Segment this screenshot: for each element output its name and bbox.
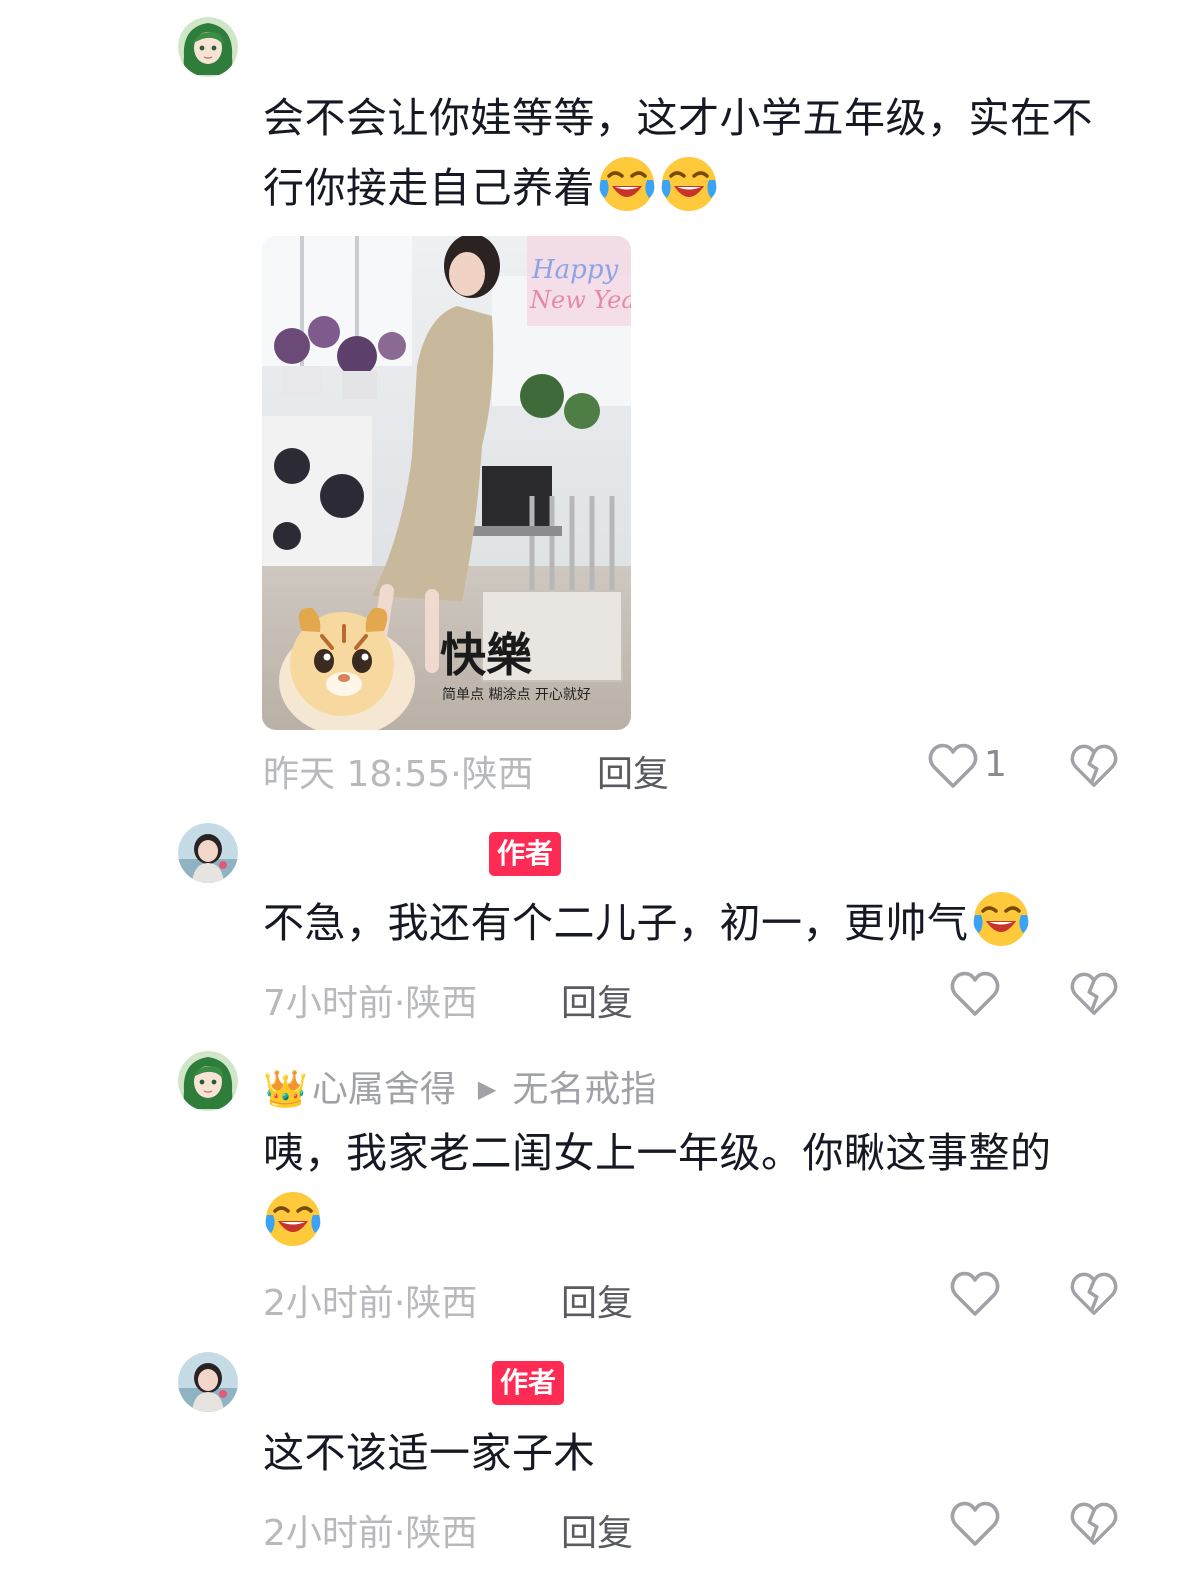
comment-location: 陕西: [405, 1283, 478, 1324]
image-subtitle: 简单点 糊涂点 开心就好: [442, 687, 591, 703]
avatar[interactable]: [178, 1352, 238, 1412]
comment-text: 不急，我还有个二儿子，初一，更帅气: [263, 888, 1123, 958]
banner-text: Happy: [531, 255, 618, 285]
comment-location: 陕西: [405, 1513, 478, 1554]
like-icon[interactable]: [950, 970, 1000, 1018]
image-caption: 快樂: [440, 628, 532, 682]
comment-location: 陕西: [461, 754, 534, 795]
comment-text: 这不该适一家子木: [263, 1429, 595, 1477]
comment-meta: 2小时前·陕西: [263, 1274, 477, 1326]
avatar[interactable]: [178, 17, 238, 77]
broken-heart-icon[interactable]: [1070, 1500, 1118, 1548]
crying-laughing-emoji-icon: [971, 889, 1031, 949]
crying-laughing-emoji-icon: [597, 154, 657, 214]
like-icon[interactable]: [928, 742, 978, 790]
comment-meta: 7小时前·陕西: [263, 974, 477, 1026]
reply-button[interactable]: 回复: [561, 1274, 633, 1326]
like-count: 1: [984, 744, 1007, 785]
comment-meta: 昨天 18:55·陕西: [263, 745, 534, 797]
comment-text: 会不会让你娃等等，这才小学五年级，实在不行你接走自己养着: [263, 94, 1093, 214]
like-icon[interactable]: [950, 1500, 1000, 1548]
broken-heart-icon[interactable]: [1070, 970, 1118, 1018]
user-name[interactable]: 心属舍得: [312, 1069, 456, 1110]
separator: ·: [393, 1283, 406, 1324]
comment-location: 陕西: [405, 983, 478, 1024]
crying-laughing-emoji-icon: [659, 154, 719, 214]
broken-heart-icon[interactable]: [1070, 1270, 1118, 1318]
comment-meta: 2小时前·陕西: [263, 1504, 477, 1556]
separator: ·: [393, 983, 406, 1024]
svg-text:New Year: New Year: [529, 286, 631, 314]
crown-icon: 👑: [263, 1069, 308, 1110]
reply-button[interactable]: 回复: [597, 745, 669, 797]
reply-arrow-icon: ▶: [477, 1075, 497, 1103]
comment-image[interactable]: Happy New Year 快樂 简单点 糊涂点 开心就好: [262, 236, 631, 730]
crying-laughing-emoji-icon: [263, 1189, 323, 1249]
reply-button[interactable]: 回复: [561, 974, 633, 1026]
broken-heart-icon[interactable]: [1070, 742, 1118, 790]
reply-header: 👑 心属舍得 ▶ 无名戒指: [263, 1060, 656, 1112]
comment-time: 昨天 18:55: [263, 754, 451, 795]
avatar[interactable]: [178, 823, 238, 883]
reply-button[interactable]: 回复: [561, 1504, 633, 1556]
comment-time: 2小时前: [263, 1513, 394, 1554]
comment-time: 2小时前: [263, 1283, 394, 1324]
comment-text: 咦，我家老二闺女上一年级。你瞅这事整的: [263, 1118, 1123, 1258]
separator: ·: [393, 1513, 406, 1554]
like-icon[interactable]: [950, 1270, 1000, 1318]
comment-time: 7小时前: [263, 983, 394, 1024]
reply-to-user[interactable]: 无名戒指: [512, 1069, 656, 1110]
separator: ·: [450, 754, 462, 795]
author-badge: 作者: [492, 1361, 565, 1405]
author-badge: 作者: [489, 832, 562, 876]
avatar[interactable]: [178, 1051, 238, 1111]
